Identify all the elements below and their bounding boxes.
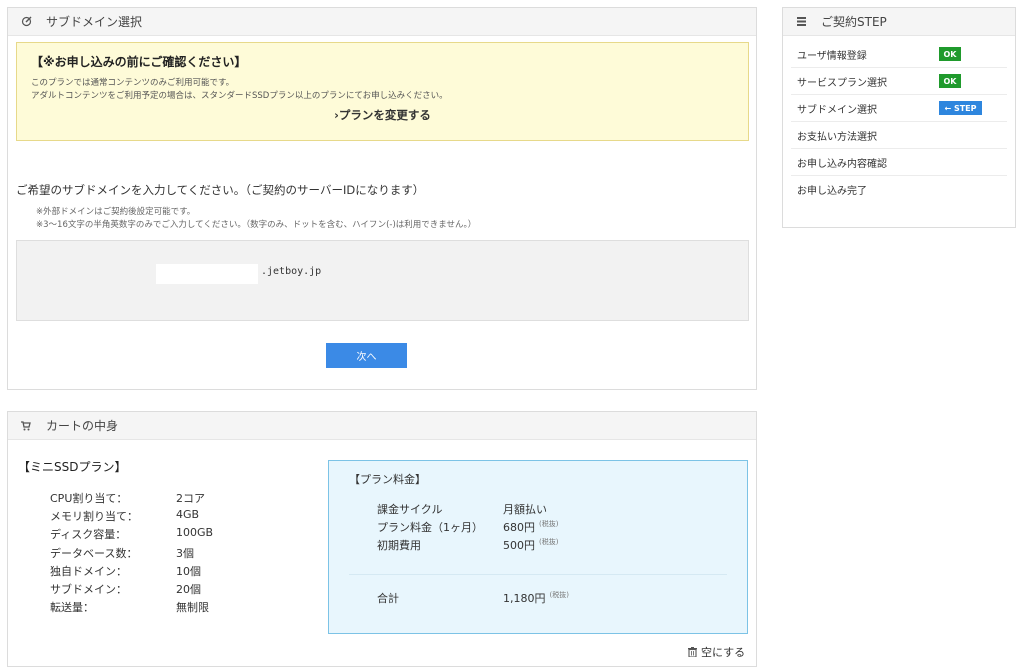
price-divider	[349, 574, 727, 575]
tax-note: (税抜)	[539, 520, 559, 529]
subdomain-panel-title: サブドメイン選択	[46, 15, 143, 29]
spec-key: メモリ割り当て：	[50, 510, 138, 524]
spec-value: 4GB	[176, 508, 200, 522]
subdomain-input[interactable]	[156, 264, 258, 284]
spec-value: 10個	[176, 564, 201, 578]
tax-note: (税抜)	[549, 591, 569, 599]
total-row: 合計 1,180円 (税抜)	[377, 590, 569, 606]
step-label: サブドメイン選択	[797, 104, 877, 116]
spec-key: CPU割り当て：	[50, 492, 128, 505]
cart-panel-title: カートの中身	[46, 419, 119, 433]
step-label: ユーザ情報登録	[797, 50, 867, 62]
total-value: 1,180円	[503, 592, 546, 605]
spec-row: CPU割り当て： 2コア	[50, 490, 213, 508]
notice-title: 【※お申し込みの前にご確認ください】	[31, 55, 247, 69]
cart-panel-header: カートの中身	[8, 412, 756, 440]
empty-cart-label: 空にする	[701, 646, 746, 659]
price-row: 課金サイクル 月額払い	[377, 501, 558, 519]
contract-steps-panel: ご契約STEP ユーザ情報登録 OK サービスプラン選択 OK サブドメイン選択…	[782, 7, 1016, 228]
subdomain-prompt: ご希望のサブドメインを入力してください。（ご契約のサーバーIDになります）	[16, 183, 425, 197]
step-complete: お申し込み完了	[791, 176, 1007, 203]
step-subdomain: サブドメイン選択 ← STEP	[791, 95, 1007, 122]
notice-line-2: アダルトコンテンツをご利用予定の場合は、スタンダードSSDプラン以上のプランにて…	[31, 91, 448, 101]
spec-row: 転送量： 無制限	[50, 599, 213, 617]
price-key: 課金サイクル	[377, 503, 443, 516]
hint-external-domain: ※外部ドメインはご契約後設定可能です。	[36, 207, 196, 217]
step-label: お申し込み完了	[797, 186, 867, 197]
cart-icon	[20, 420, 32, 432]
subdomain-panel-header: サブドメイン選択	[8, 8, 756, 36]
spec-row: 独自ドメイン： 10個	[50, 563, 213, 581]
total-label: 合計	[377, 592, 399, 605]
list-icon	[795, 16, 807, 28]
plan-name: 【ミニSSDプラン】	[18, 460, 127, 474]
price-title: 【プラン料金】	[349, 473, 426, 486]
step-list: ユーザ情報登録 OK サービスプラン選択 OK サブドメイン選択 ← STEP …	[791, 41, 1007, 203]
steps-panel-header: ご契約STEP	[783, 8, 1015, 36]
spec-key: 独自ドメイン：	[50, 564, 127, 578]
spec-value: 100GB	[176, 526, 214, 540]
subdomain-input-area: .jetboy.jp	[16, 240, 749, 321]
spec-row: サブドメイン： 20個	[50, 581, 213, 599]
spec-key: 転送量：	[50, 601, 94, 615]
price-value: 680円	[503, 521, 535, 535]
step-confirm: お申し込み内容確認	[791, 149, 1007, 176]
notice-line-1: このプランでは通常コンテンツのみご利用可能です。	[31, 78, 235, 88]
domain-suffix: .jetboy.jp	[261, 266, 322, 277]
spec-value: 3個	[176, 546, 194, 560]
price-key: プラン料金（1ヶ月）	[377, 521, 483, 535]
step-label: お申し込み内容確認	[797, 158, 887, 170]
cart-panel: カートの中身 【ミニSSDプラン】 CPU割り当て： 2コア メモリ割り当て： 4G…	[7, 411, 757, 667]
step-label: サービスプラン選択	[797, 77, 887, 89]
spec-value: 無制限	[176, 601, 209, 615]
next-button[interactable]: 次へ	[326, 343, 407, 368]
steps-panel-title: ご契約STEP	[821, 15, 887, 29]
spec-value: 20個	[176, 582, 201, 596]
spec-key: データベース数：	[50, 546, 138, 560]
price-rows: 課金サイクル 月額払い プラン料金（1ヶ月） 680円 (税抜) 初期費用 500円 (税…	[377, 501, 558, 556]
price-box: 【プラン料金】 課金サイクル 月額払い プラン料金（1ヶ月） 680円 (税抜) 初期…	[328, 460, 748, 634]
notice-box: 【※お申し込みの前にご確認ください】 このプランでは通常コンテンツのみご利用可能…	[16, 42, 749, 141]
plan-specs: CPU割り当て： 2コア メモリ割り当て： 4GB ディスク容量： 100GB データ…	[50, 490, 213, 617]
step-service-plan: サービスプラン選択 OK	[791, 68, 1007, 95]
step-payment-method: お支払い方法選択	[791, 122, 1007, 149]
empty-cart-button[interactable]: 空にする	[688, 644, 745, 660]
edit-icon	[20, 16, 32, 28]
current-step-badge: ← STEP	[939, 101, 982, 115]
step-label: お支払い方法選択	[797, 131, 877, 143]
subdomain-panel: サブドメイン選択 【※お申し込みの前にご確認ください】 このプランでは通常コンテ…	[7, 7, 757, 390]
step-user-registration: ユーザ情報登録 OK	[791, 41, 1007, 68]
tax-note: (税抜)	[539, 538, 559, 547]
change-plan-link[interactable]: ›プランを変更する	[17, 107, 748, 123]
price-row: 初期費用 500円 (税抜)	[377, 537, 558, 555]
ok-badge: OK	[939, 47, 961, 61]
spec-key: ディスク容量：	[50, 528, 127, 542]
price-key: 初期費用	[377, 539, 421, 553]
spec-row: データベース数： 3個	[50, 545, 213, 563]
price-value: 500円	[503, 539, 535, 553]
spec-value: 2コア	[176, 492, 205, 505]
spec-row: ディスク容量： 100GB	[50, 526, 213, 544]
spec-row: メモリ割り当て： 4GB	[50, 508, 213, 526]
ok-badge: OK	[939, 74, 961, 88]
price-row: プラン料金（1ヶ月） 680円 (税抜)	[377, 519, 558, 537]
hint-character-rules: ※3～16文字の半角英数字のみでご入力してください。（数字のみ、ドットを含む、ハ…	[36, 220, 477, 230]
spec-key: サブドメイン：	[50, 582, 127, 596]
trash-icon	[688, 647, 697, 658]
price-value: 月額払い	[503, 503, 547, 516]
